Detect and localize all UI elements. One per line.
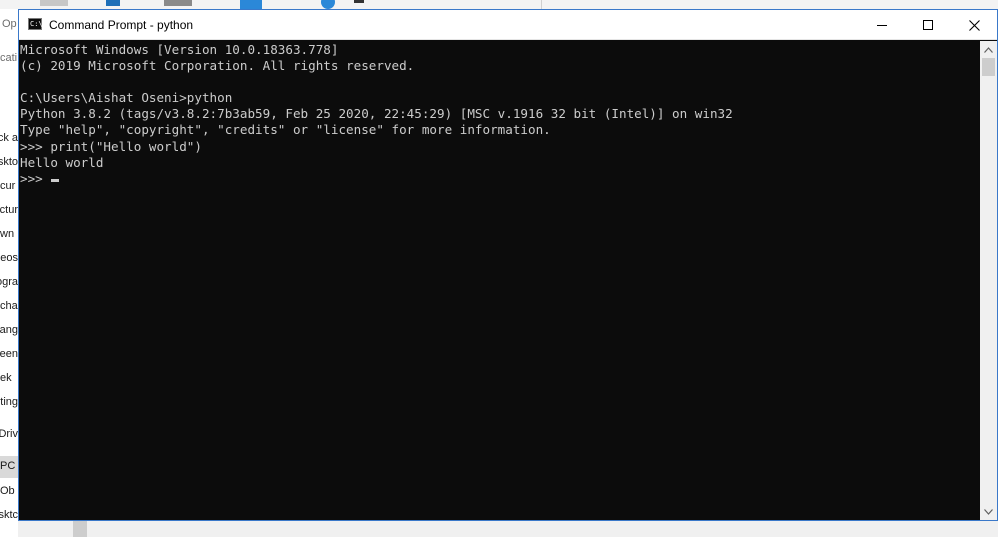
close-icon xyxy=(968,19,980,31)
terminal-line: Hello world xyxy=(20,154,104,170)
nav-item-this-pc[interactable]: PC xyxy=(0,460,18,472)
terminal-line: Python 3.8.2 (tags/v3.8.2:7b3ab59, Feb 2… xyxy=(20,106,733,122)
ribbon-icon-3 xyxy=(164,0,192,6)
terminal-output[interactable]: Microsoft Windows [Version 10.0.18363.77… xyxy=(19,41,979,520)
ribbon-icon-2 xyxy=(106,0,120,6)
nav-item[interactable]: Ob xyxy=(0,485,18,497)
nav-item[interactable]: leos xyxy=(0,252,18,264)
scrollbar-thumb[interactable] xyxy=(982,58,995,76)
python-prompt: >>> xyxy=(20,170,51,186)
chevron-down-icon xyxy=(984,508,993,515)
explorer-horizontal-scrollbar[interactable] xyxy=(18,520,998,537)
window-title: Command Prompt - python xyxy=(49,18,194,32)
nav-item[interactable]: cur xyxy=(0,180,18,192)
nav-item[interactable]: Driv xyxy=(0,428,18,440)
ribbon-icon-1 xyxy=(40,0,68,6)
terminal-line: >>> print("Hello world") xyxy=(20,138,202,154)
maximize-icon xyxy=(923,20,933,30)
nav-item[interactable]: ogra xyxy=(0,276,18,288)
explorer-ribbon xyxy=(0,0,998,9)
ribbon-icon-6 xyxy=(354,0,364,3)
text-cursor xyxy=(51,178,60,182)
minimize-button[interactable] xyxy=(859,10,905,40)
nav-item[interactable]: wn xyxy=(0,228,18,240)
vertical-scrollbar[interactable] xyxy=(980,41,997,520)
close-button[interactable] xyxy=(951,10,997,40)
console-app-icon: C:\ xyxy=(28,18,43,30)
ribbon-icon-4 xyxy=(240,0,262,9)
explorer-nav-pane: ck a skto cur ctur wn leos ogra cha ang … xyxy=(0,0,18,537)
terminal-line: Microsoft Windows [Version 10.0.18363.77… xyxy=(20,42,339,57)
command-prompt-window: C:\ Command Prompt - python Microsoft Wi… xyxy=(18,9,998,521)
title-bar[interactable]: C:\ Command Prompt - python xyxy=(19,10,997,40)
gear-icon xyxy=(321,0,335,9)
scroll-up-button[interactable] xyxy=(980,41,997,58)
nav-item[interactable]: sktc xyxy=(0,509,18,521)
chevron-up-icon xyxy=(984,46,993,53)
nav-item[interactable]: ang xyxy=(0,324,18,336)
nav-item[interactable]: ek xyxy=(0,372,18,384)
minimize-icon xyxy=(877,24,887,26)
scroll-down-button[interactable] xyxy=(980,503,997,520)
nav-item[interactable]: reen xyxy=(0,348,18,360)
nav-item[interactable]: ctur xyxy=(0,204,18,216)
nav-item[interactable]: ck a xyxy=(0,132,18,144)
terminal-input-line[interactable]: >>> xyxy=(20,171,979,187)
terminal-line: Type "help", "copyright", "credits" or "… xyxy=(20,122,551,138)
nav-item[interactable]: skto xyxy=(0,156,18,168)
nav-item[interactable]: cha xyxy=(0,300,18,312)
terminal-line: (c) 2019 Microsoft Corporation. All righ… xyxy=(20,58,415,74)
ribbon-separator xyxy=(541,0,542,9)
explorer-scroll-thumb[interactable] xyxy=(73,520,87,537)
terminal-line: C:\Users\Aishat Oseni>python xyxy=(20,90,233,106)
nav-item[interactable]: iting xyxy=(0,396,18,408)
maximize-button[interactable] xyxy=(905,10,951,40)
